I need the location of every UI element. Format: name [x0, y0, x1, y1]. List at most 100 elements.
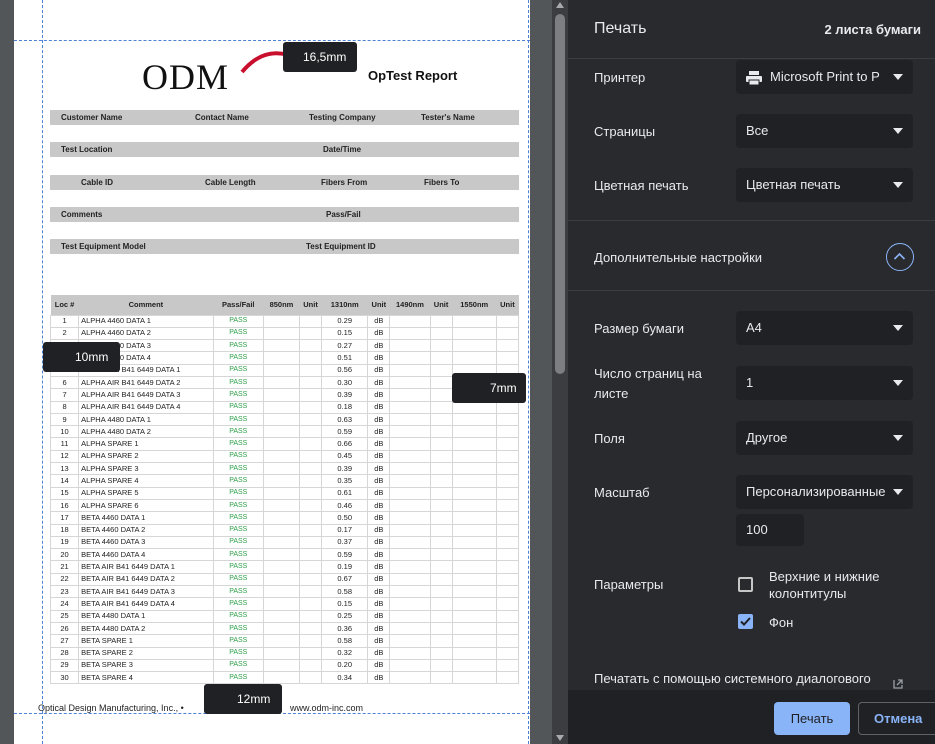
system-dialog-link[interactable]: Печатать с помощью системного диалоговог…	[594, 669, 894, 689]
pages-per-sheet-select[interactable]: 1	[736, 366, 913, 400]
cell-empty	[451, 339, 497, 353]
bottom-margin-chip[interactable]: 12mm	[204, 684, 282, 714]
cell-v1310: 0.59	[321, 425, 369, 439]
cell-empty	[451, 326, 497, 341]
open-external-icon[interactable]	[892, 678, 904, 690]
cell-empty	[495, 621, 520, 636]
cell-empty	[262, 351, 301, 365]
right-margin-chip[interactable]: 7mm	[452, 373, 526, 403]
cell-loc: 6	[49, 375, 80, 390]
color-label: Цветная печать	[594, 178, 689, 193]
scrollbar-thumb[interactable]	[555, 14, 565, 374]
cancel-button[interactable]: Отмена	[858, 702, 935, 735]
scroll-up-icon[interactable]	[556, 2, 564, 8]
top-margin-guide[interactable]	[14, 40, 530, 41]
column-header: Unit	[299, 295, 322, 315]
cell-empty	[495, 425, 520, 439]
background-label[interactable]: Фон	[769, 614, 793, 631]
scale-select[interactable]: Персонализированные	[736, 475, 913, 509]
cell-loc: 25	[49, 609, 80, 623]
printer-select[interactable]: Microsoft Print to P	[736, 60, 913, 94]
cell-v1310: 0.63	[321, 412, 369, 427]
cell-comment: BETA AIR B41 6449 DATA 1	[78, 560, 214, 574]
scroll-down-icon[interactable]	[556, 735, 564, 741]
cell-empty	[299, 597, 323, 611]
left-margin-chip[interactable]: 10mm	[43, 342, 120, 372]
collapse-settings-button[interactable]	[886, 243, 914, 271]
paper-size-select[interactable]: A4	[736, 311, 913, 345]
cell-empty	[429, 498, 453, 513]
cell-empty	[429, 548, 453, 562]
cell-empty	[451, 634, 497, 648]
cell-comment: BETA 4460 DATA 2	[78, 523, 214, 537]
cell-empty	[451, 658, 497, 673]
pages-per-sheet-label: Число страниц на листе	[594, 366, 702, 401]
more-settings-label[interactable]: Дополнительные настройки	[594, 248, 762, 268]
cell-empty	[389, 511, 431, 525]
table-row: 10 ALPHA 4480 DATA 2 PASS 0.59 dB	[49, 425, 520, 439]
left-margin-guide[interactable]	[42, 0, 43, 744]
cell-unit: dB	[367, 511, 391, 525]
pages-select[interactable]: Все	[736, 114, 913, 148]
cell-unit: dB	[367, 449, 391, 464]
print-button[interactable]: Печать	[774, 702, 850, 735]
preview-scrollbar[interactable]	[552, 0, 568, 744]
cell-empty	[451, 535, 497, 550]
footer-company: Optical Design Manufacturing, Inc., •	[38, 703, 184, 713]
cell-comment: ALPHA SPARE 4	[78, 474, 214, 488]
paper-size-value: A4	[746, 320, 762, 335]
cell-comment: ALPHA AIR B41 6449 DATA 4	[78, 400, 214, 414]
table-row: 1 ALPHA 4460 DATA 1 PASS 0.29 dB	[49, 314, 520, 328]
cell-empty	[451, 548, 497, 562]
cell-empty	[495, 523, 520, 537]
cell-empty	[299, 400, 323, 414]
cell-status: PASS	[212, 363, 264, 377]
cell-empty	[299, 425, 323, 439]
cell-empty	[429, 388, 453, 402]
color-select[interactable]: Цветная печать	[736, 168, 913, 202]
cell-empty	[299, 511, 323, 525]
report-title: OpTest Report	[368, 68, 458, 83]
cell-empty	[429, 437, 453, 451]
header-bar-location: Test Location Date/Time	[50, 142, 519, 157]
cell-unit: dB	[367, 462, 391, 476]
header-label: Customer Name	[61, 113, 123, 122]
header-label: Testing Company	[309, 113, 376, 122]
background-checkbox[interactable]	[738, 614, 753, 629]
cell-empty	[299, 462, 323, 476]
cell-comment: BETA AIR B41 6449 DATA 2	[78, 572, 214, 587]
cell-v1310: 0.35	[321, 474, 369, 488]
scale-input[interactable]: 100	[736, 514, 804, 546]
header-label: Date/Time	[323, 145, 362, 154]
cell-status: PASS	[212, 437, 264, 451]
cell-loc: 9	[49, 412, 80, 427]
cell-loc: 18	[49, 523, 80, 537]
header-label: Test Location	[61, 145, 113, 154]
cell-v1310: 0.45	[321, 449, 369, 464]
cell-status: PASS	[212, 498, 264, 513]
cell-unit: dB	[367, 326, 391, 341]
preview-page: ODM OpTest Report Customer Name Contact …	[14, 0, 530, 744]
odm-logo: ODM	[142, 50, 302, 97]
margins-select[interactable]: Другое	[736, 421, 913, 455]
top-margin-chip[interactable]: 16,5mm	[283, 42, 357, 72]
cell-empty	[429, 658, 453, 673]
cell-empty	[451, 597, 497, 611]
cell-unit: dB	[367, 388, 391, 402]
cell-v1310: 0.59	[321, 548, 369, 562]
table-row: 5ALPHA AIR B41 6449 DATA 1PASS0.56dB	[49, 363, 520, 377]
cell-unit: dB	[367, 375, 391, 390]
cell-empty	[389, 363, 431, 377]
cell-unit: dB	[367, 400, 391, 414]
headers-footers-label[interactable]: Верхние и нижние колонтитулы	[769, 568, 909, 602]
headers-footers-checkbox[interactable]	[738, 577, 753, 592]
right-margin-guide[interactable]	[528, 0, 529, 744]
cell-empty	[262, 425, 301, 439]
cell-empty	[299, 412, 323, 427]
table-row: 28 BETA SPARE 2 PASS 0.32 dB	[49, 646, 520, 660]
cell-empty	[262, 671, 301, 685]
cell-v1310: 0.66	[321, 437, 369, 451]
cell-empty	[389, 412, 431, 427]
cell-status: PASS	[212, 585, 264, 599]
pages-per-sheet-value: 1	[746, 375, 754, 390]
